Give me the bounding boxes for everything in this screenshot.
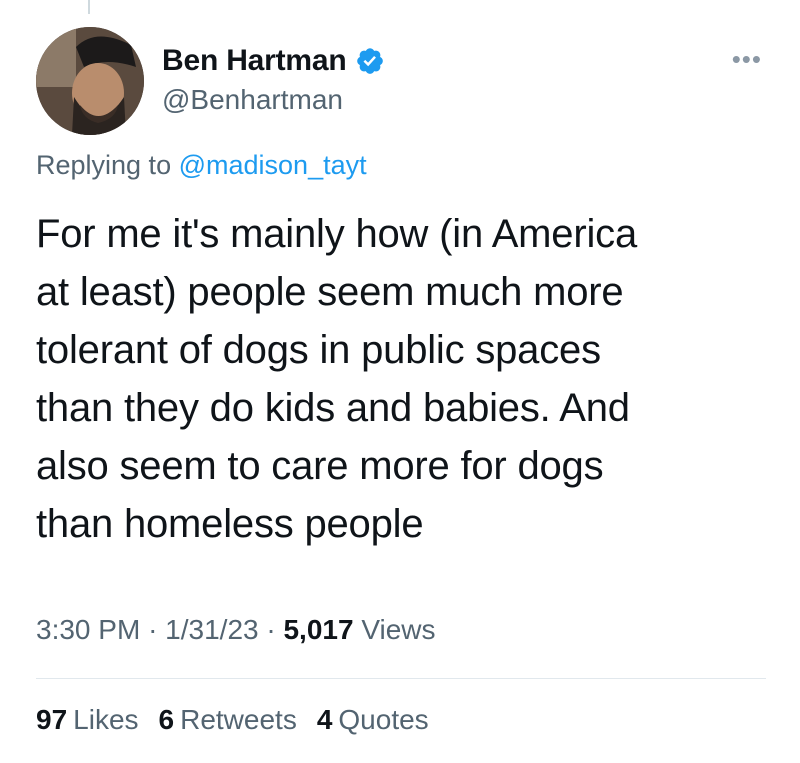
retweets-stat[interactable]: 6 Retweets [159,704,297,736]
meta-separator: · [266,614,276,645]
quotes-count: 4 [316,704,333,735]
verified-badge-icon [355,46,385,76]
tweet-text: For me it's mainly how (in America at le… [36,212,637,546]
quotes-stat[interactable]: 4 Quotes [317,704,429,736]
views-label: Views [361,614,436,645]
retweets-label: Retweets [180,704,297,735]
avatar-image [36,27,144,135]
avatar[interactable] [36,27,144,135]
engagement-stats: 97 Likes 6 Retweets 4 Quotes [36,704,429,736]
likes-label: Likes [73,704,139,735]
views-count: 5,017 [283,614,354,645]
meta-separator: · [148,614,158,645]
retweets-count: 6 [158,704,175,735]
likes-count: 97 [36,704,68,735]
more-icon[interactable]: ••• [732,46,762,72]
thread-connector-line [88,0,90,14]
author-name-row[interactable]: Ben Hartman [162,44,385,78]
likes-stat[interactable]: 97 Likes [36,704,139,736]
tweet-meta: 3:30 PM · 1/31/23 · 5,017 Views [36,614,436,646]
tweet-date[interactable]: 1/31/23 [165,614,258,645]
quotes-label: Quotes [338,704,429,735]
divider [36,678,766,679]
replying-to-label: Replying to [36,150,172,180]
tweet-time[interactable]: 3:30 PM [36,614,140,645]
reply-mention-link[interactable]: @madison_tayt [179,150,367,180]
author-display-name[interactable]: Ben Hartman [162,44,347,78]
replying-to-line: Replying to @madison_tayt [36,150,367,181]
author-handle[interactable]: @Benhartman [162,84,343,116]
